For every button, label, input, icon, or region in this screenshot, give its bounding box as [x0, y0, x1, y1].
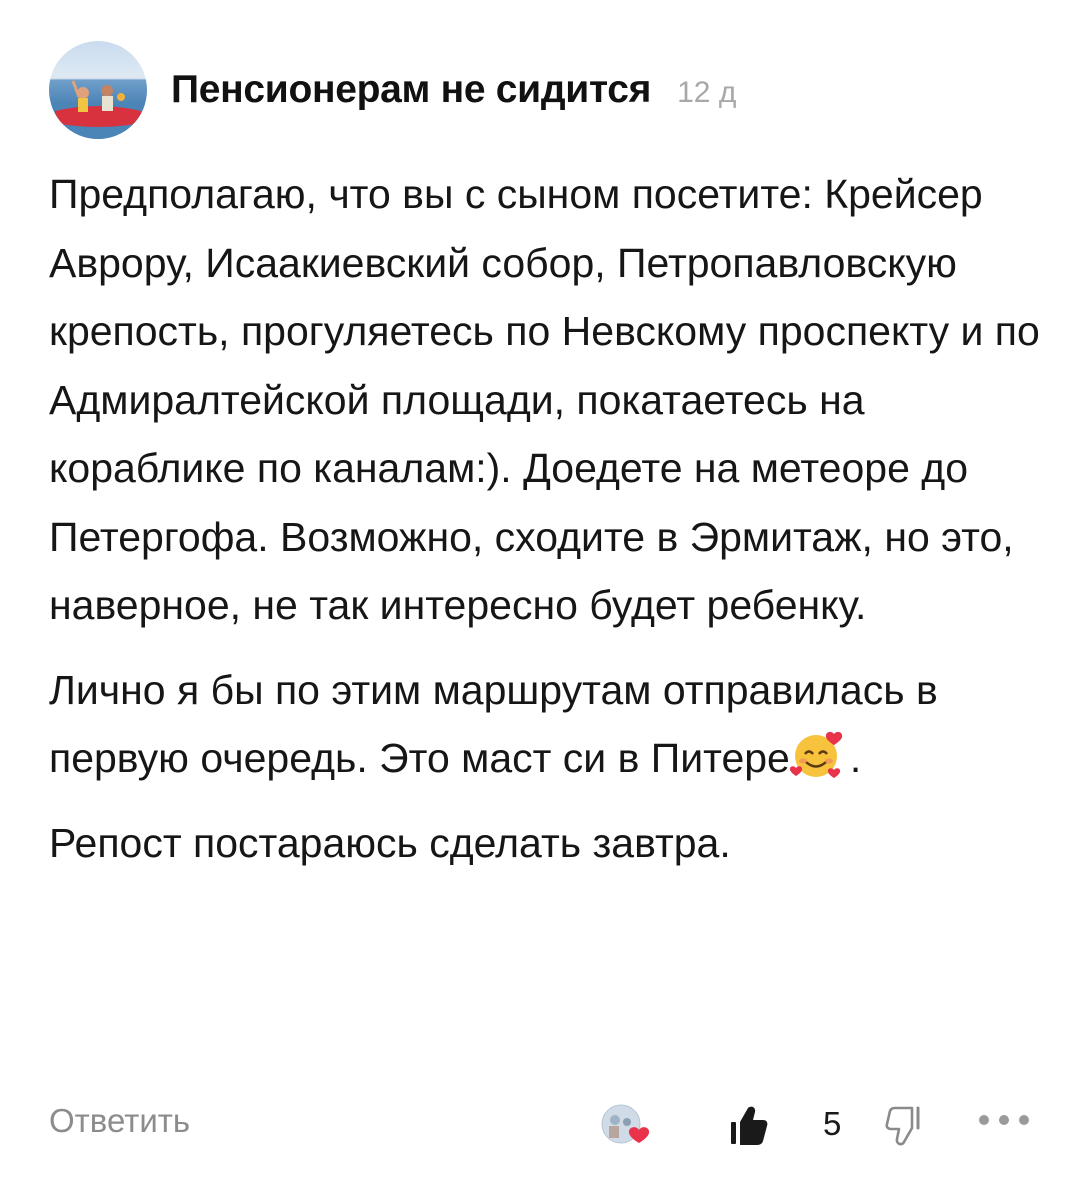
comment-paragraph-1: Предполагаю, что вы с сыном посетите: Кр…: [49, 171, 1040, 628]
smiling-face-with-hearts-icon: [789, 728, 850, 782]
avatar-image: [49, 80, 147, 139]
comment-time: 12 д: [677, 76, 737, 109]
thumbs-up-icon[interactable]: [729, 1104, 769, 1146]
author-name[interactable]: Пенсионерам не сидится: [171, 68, 651, 112]
comment-body: Предполагаю, что вы с сыном посетите: Кр…: [49, 160, 1049, 893]
author-avatar[interactable]: [49, 41, 147, 139]
like-count: 5: [823, 1105, 842, 1142]
comment-paragraph-2-end: .: [849, 735, 862, 781]
comment-paragraph-2: Лично я бы по этим маршрутам отправилась…: [49, 656, 1049, 793]
thumbs-down-icon[interactable]: [885, 1106, 923, 1148]
reply-button[interactable]: Ответить: [49, 1102, 190, 1140]
comment-actions: Ответить 5: [49, 1096, 1039, 1156]
comment-paragraph-3: Репост постараюсь сделать завтра.: [49, 819, 731, 866]
avatar-with-heart-icon[interactable]: [595, 1100, 665, 1154]
comment-header: Пенсионерам не сидится 12 д: [49, 40, 736, 140]
more-dots-icon[interactable]: [977, 1112, 1031, 1128]
